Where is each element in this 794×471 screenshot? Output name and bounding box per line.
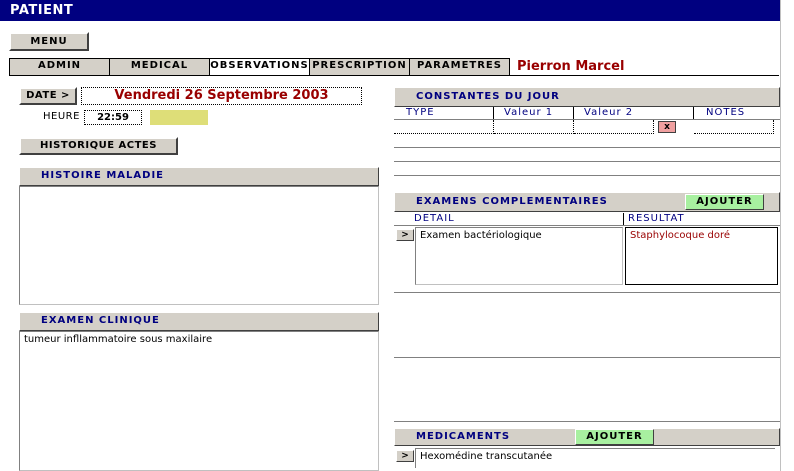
constante-notes-input[interactable] (694, 120, 774, 134)
delete-constante-button[interactable]: x (658, 121, 676, 133)
tab-prescription[interactable]: PRESCRIPTION (309, 58, 410, 76)
examens-ajouter-button[interactable]: AJOUTER (685, 194, 764, 210)
constante-valeur2-input[interactable] (574, 120, 654, 134)
examen-row-select-button[interactable]: > (396, 229, 414, 241)
histoire-maladie-header: HISTOIRE MALADIE (19, 167, 379, 186)
window-title: PATIENT (0, 0, 780, 21)
medicament-field[interactable]: Hexomédine transcutanée (415, 448, 775, 468)
vertical-scrollbar[interactable] (780, 0, 794, 471)
col-resultat: RESULTAT (628, 213, 685, 224)
examens-column-header-row: DETAIL RESULTAT (394, 212, 780, 226)
col-notes: NOTES (706, 107, 746, 118)
examen-clinique-header: EXAMEN CLINIQUE (19, 312, 379, 331)
histoire-maladie-textarea[interactable] (19, 186, 379, 305)
col-valeur2: Valeur 2 (574, 107, 694, 119)
examen-resultat-field[interactable]: Staphylocoque doré (625, 227, 778, 285)
col-detail: DETAIL (414, 213, 624, 225)
tab-observations[interactable]: OBSERVATIONS (209, 58, 310, 76)
constantes-row: x (394, 120, 780, 134)
examen-detail-field[interactable]: Examen bactériologique (415, 227, 623, 285)
tab-underline (9, 75, 779, 76)
examens-divider (394, 292, 780, 293)
tab-medical[interactable]: MEDICAL (109, 58, 210, 76)
heure-label: HEURE (43, 111, 80, 122)
tab-admin[interactable]: ADMIN (9, 58, 110, 76)
menu-button[interactable]: MENU (9, 32, 89, 51)
date-field[interactable]: Vendredi 26 Septembre 2003 (81, 87, 362, 105)
col-type: TYPE (406, 107, 494, 119)
constantes-column-header-row: TYPE Valeur 1 Valeur 2 NOTES (394, 107, 780, 120)
historique-actes-button[interactable]: HISTORIQUE ACTES (19, 137, 178, 155)
col-valeur1: Valeur 1 (494, 107, 574, 119)
constante-type-input[interactable] (394, 120, 494, 134)
medicament-row-select-button[interactable]: > (396, 450, 414, 462)
constantes-divider (394, 147, 780, 148)
heure-highlight-field[interactable] (150, 110, 208, 125)
date-button[interactable]: DATE > (19, 87, 77, 105)
examens-divider (394, 421, 780, 422)
examen-clinique-textarea[interactable]: tumeur infllammatoire sous maxilaire (19, 331, 379, 471)
constantes-header: CONSTANTES DU JOUR (394, 87, 780, 107)
tab-parametres[interactable]: PARAMETRES (409, 58, 510, 76)
constantes-divider (394, 175, 780, 176)
heure-field[interactable]: 22:59 (84, 110, 142, 125)
examens-divider (394, 357, 780, 358)
medicaments-ajouter-button[interactable]: AJOUTER (575, 429, 654, 445)
constante-valeur1-input[interactable] (494, 120, 574, 134)
patient-name: Pierron Marcel (517, 59, 625, 74)
constantes-divider (394, 161, 780, 162)
